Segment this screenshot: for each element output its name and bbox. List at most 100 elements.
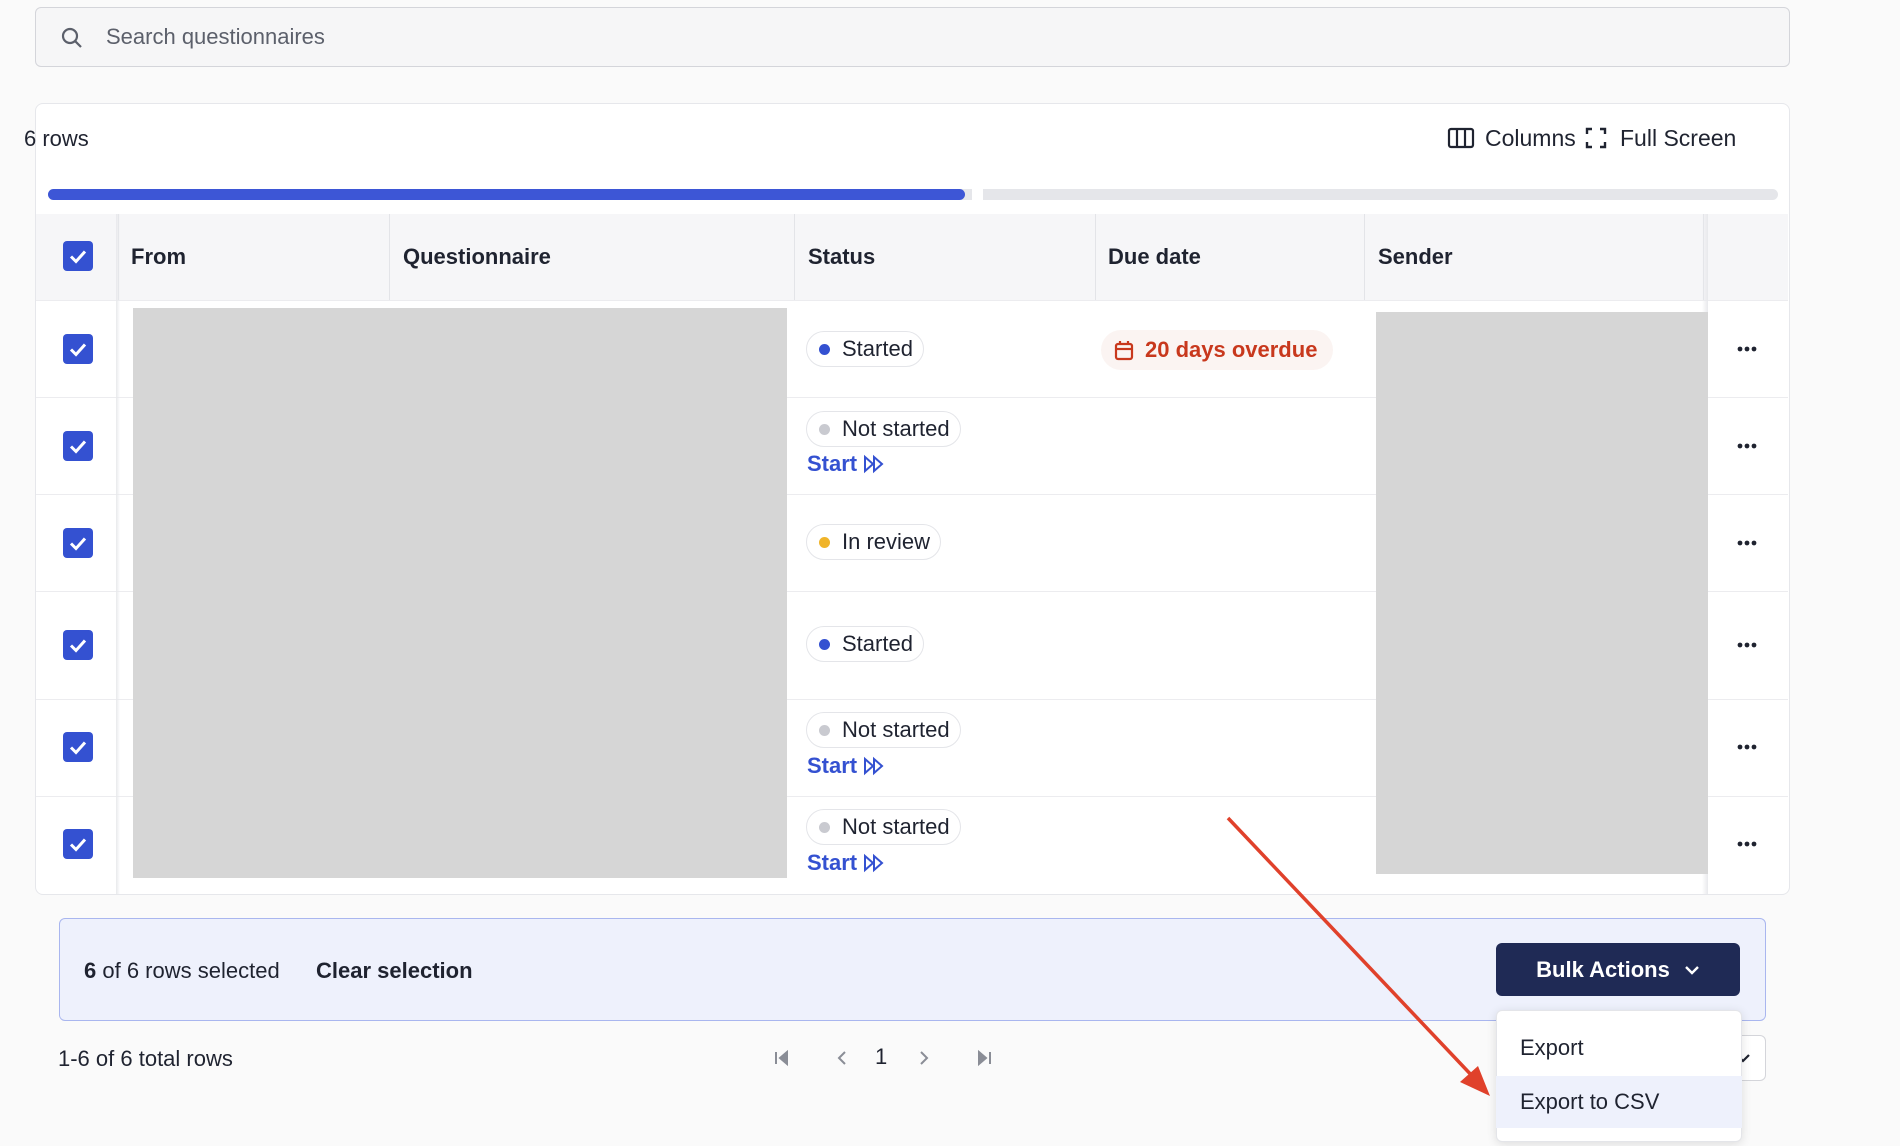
status-label: Not started xyxy=(842,717,950,742)
check-icon xyxy=(69,741,87,755)
more-horizontal-icon xyxy=(1737,443,1757,449)
columns-button[interactable]: Columns xyxy=(1447,124,1576,152)
more-horizontal-icon xyxy=(1737,540,1757,546)
bulk-actions-label: Bulk Actions xyxy=(1536,956,1670,982)
status-dot xyxy=(819,724,830,736)
status-dot xyxy=(819,536,830,548)
row-more-button[interactable] xyxy=(1732,533,1762,553)
more-horizontal-icon xyxy=(1737,744,1757,750)
row-more-button[interactable] xyxy=(1732,339,1762,359)
due-date-overdue-badge: 20 days overdue xyxy=(1101,330,1334,370)
row-more-button[interactable] xyxy=(1732,834,1762,854)
header-divider xyxy=(1364,214,1365,300)
fullscreen-label: Full Screen xyxy=(1620,124,1737,151)
row-more-button[interactable] xyxy=(1732,635,1762,655)
status-label: In review xyxy=(842,529,931,554)
start-label: Start xyxy=(807,850,858,875)
status-badge: Not started xyxy=(806,809,961,845)
more-horizontal-icon xyxy=(1737,841,1757,847)
row-checkbox[interactable] xyxy=(63,528,93,558)
status-label: Not started xyxy=(842,814,950,839)
status-dot xyxy=(819,423,830,435)
row-checkbox[interactable] xyxy=(63,630,93,660)
clear-selection-button[interactable]: Clear selection xyxy=(316,958,473,984)
start-link[interactable]: Start xyxy=(807,753,885,779)
more-horizontal-icon xyxy=(1737,346,1757,352)
progress-gap xyxy=(972,186,983,203)
status-dot xyxy=(819,638,830,650)
selection-count-rest: of 6 rows selected xyxy=(102,958,280,983)
check-icon xyxy=(69,838,87,852)
menu-item-export-to-csv[interactable]: Export to CSV xyxy=(1496,1076,1742,1128)
column-header-questionnaire[interactable]: Questionnaire xyxy=(403,214,551,300)
progress-fill xyxy=(48,189,965,200)
fast-forward-icon xyxy=(864,454,884,474)
due-date-text: 20 days overdue xyxy=(1145,337,1318,362)
row-checkbox[interactable] xyxy=(63,732,93,762)
select-all-checkbox[interactable] xyxy=(63,241,93,271)
column-shadow xyxy=(116,214,120,894)
last-page-button[interactable] xyxy=(972,1046,996,1070)
status-dot xyxy=(819,821,830,833)
start-label: Start xyxy=(807,753,858,778)
search-input[interactable] xyxy=(106,20,1706,54)
bulk-actions-button[interactable]: Bulk Actions xyxy=(1496,943,1740,996)
row-count: 6 rows xyxy=(24,126,89,151)
chevron-right-icon xyxy=(920,1051,929,1065)
chevron-left-icon xyxy=(837,1051,846,1065)
row-divider xyxy=(36,300,1788,301)
start-link[interactable]: Start xyxy=(807,451,885,477)
redacted-sender xyxy=(1376,312,1708,874)
row-more-button[interactable] xyxy=(1732,737,1762,757)
check-icon xyxy=(69,250,87,264)
next-page-button[interactable] xyxy=(912,1046,936,1070)
header-divider xyxy=(389,214,390,300)
row-checkbox[interactable] xyxy=(63,829,93,859)
check-icon xyxy=(69,440,87,454)
fullscreen-button[interactable]: Full Screen xyxy=(1582,124,1736,152)
calendar-icon xyxy=(1114,341,1134,361)
status-badge: In review xyxy=(806,524,942,560)
check-icon xyxy=(69,639,87,653)
header-divider xyxy=(1095,214,1096,300)
column-header-from[interactable]: From xyxy=(131,214,186,300)
start-link[interactable]: Start xyxy=(807,850,885,876)
fullscreen-icon xyxy=(1585,127,1607,149)
columns-icon xyxy=(1447,127,1475,149)
check-icon xyxy=(69,343,87,357)
start-label: Start xyxy=(807,451,858,476)
search-icon xyxy=(61,27,82,48)
menu-item-export[interactable]: Export xyxy=(1496,1022,1742,1074)
fast-forward-icon xyxy=(864,853,884,873)
first-page-icon xyxy=(775,1049,788,1067)
row-checkbox[interactable] xyxy=(63,334,93,364)
column-header-due-date[interactable]: Due date xyxy=(1108,214,1201,300)
row-more-button[interactable] xyxy=(1732,436,1762,456)
row-checkbox[interactable] xyxy=(63,431,93,461)
selection-count-number: 6 xyxy=(84,958,97,983)
current-page[interactable]: 1 xyxy=(875,1044,887,1070)
chevron-down-icon xyxy=(1684,965,1699,975)
status-label: Started xyxy=(842,631,913,656)
fast-forward-icon xyxy=(864,756,884,776)
status-dot xyxy=(819,343,830,355)
first-page-button[interactable] xyxy=(770,1046,794,1070)
redacted-from-questionnaire xyxy=(133,308,787,878)
selection-count: 6 of 6 rows selected xyxy=(84,958,280,984)
status-badge: Started xyxy=(806,331,924,367)
columns-label: Columns xyxy=(1485,124,1576,151)
column-header-sender[interactable]: Sender xyxy=(1378,214,1453,300)
status-badge: Started xyxy=(806,626,924,662)
check-icon xyxy=(69,537,87,551)
last-page-icon xyxy=(978,1049,991,1067)
status-label: Not started xyxy=(842,416,950,441)
status-label: Started xyxy=(842,336,913,361)
table-header xyxy=(36,214,1788,300)
prev-page-button[interactable] xyxy=(830,1046,854,1070)
header-divider xyxy=(794,214,795,300)
more-horizontal-icon xyxy=(1737,642,1757,648)
column-header-status[interactable]: Status xyxy=(808,214,875,300)
status-badge: Not started xyxy=(806,411,961,447)
status-badge: Not started xyxy=(806,712,961,748)
total-rows: 1-6 of 6 total rows xyxy=(58,1046,233,1071)
